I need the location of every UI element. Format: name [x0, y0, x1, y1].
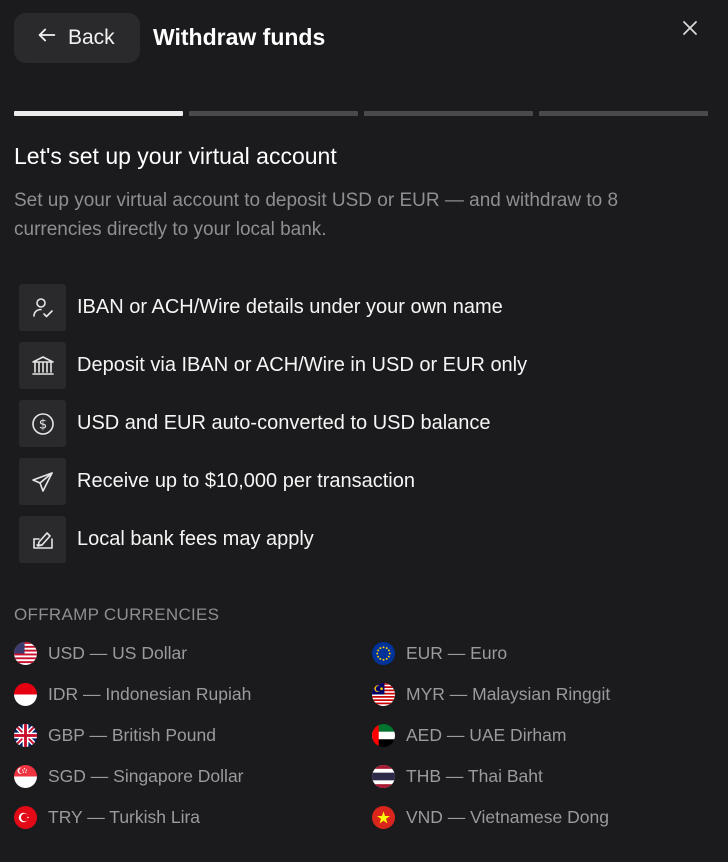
- currency-label: THB — Thai Baht: [406, 766, 543, 786]
- currency-list: USD — US Dollar EUR — Euro IDR — Indones…: [14, 642, 714, 829]
- feature-item: Local bank fees may apply: [19, 516, 709, 563]
- progress-step: [539, 111, 708, 116]
- vn-flag-icon: [372, 806, 395, 829]
- ae-flag-icon: [372, 724, 395, 747]
- eu-flag-icon: [372, 642, 395, 665]
- feature-item: Deposit via IBAN or ACH/Wire in USD or E…: [19, 342, 709, 389]
- currency-label: TRY — Turkish Lira: [48, 807, 201, 827]
- bank-icon: [19, 342, 66, 389]
- feature-label: IBAN or ACH/Wire details under your own …: [77, 296, 503, 318]
- currency-item: AED — UAE Dirham: [372, 724, 712, 747]
- currency-label: SGD — Singapore Dollar: [48, 766, 244, 786]
- currency-label: AED — UAE Dirham: [406, 725, 567, 745]
- feature-label: Receive up to $10,000 per transaction: [77, 470, 415, 492]
- back-label: Back: [68, 26, 115, 49]
- currency-item: MYR — Malaysian Ringgit: [372, 683, 712, 706]
- currency-item: GBP — British Pound: [14, 724, 372, 747]
- th-flag-icon: [372, 765, 395, 788]
- step-progress: [14, 111, 708, 117]
- currency-label: IDR — Indonesian Rupiah: [48, 684, 252, 704]
- progress-step: [189, 111, 358, 116]
- page-title: Withdraw funds: [153, 24, 326, 50]
- id-flag-icon: [14, 683, 37, 706]
- feature-label: Deposit via IBAN or ACH/Wire in USD or E…: [77, 354, 528, 376]
- currency-label: USD — US Dollar: [48, 643, 188, 663]
- my-flag-icon: [372, 683, 395, 706]
- feature-item: $ USD and EUR auto-converted to USD bala…: [19, 400, 709, 447]
- currency-item: TRY — Turkish Lira: [14, 806, 372, 829]
- currency-label: MYR — Malaysian Ringgit: [406, 684, 611, 704]
- feature-item: IBAN or ACH/Wire details under your own …: [19, 284, 709, 331]
- close-icon: [681, 19, 699, 42]
- arrow-left-icon: [36, 24, 58, 52]
- feature-label: USD and EUR auto-converted to USD balanc…: [77, 412, 491, 434]
- feature-label: Local bank fees may apply: [77, 528, 314, 550]
- currency-item: THB — Thai Baht: [372, 765, 712, 788]
- feature-list: IBAN or ACH/Wire details under your own …: [19, 284, 709, 574]
- sg-flag-icon: [14, 765, 37, 788]
- us-flag-icon: [14, 642, 37, 665]
- svg-text:$: $: [38, 417, 46, 432]
- currency-item: EUR — Euro: [372, 642, 712, 665]
- currency-item: SGD — Singapore Dollar: [14, 765, 372, 788]
- offramp-currencies-title: OFFRAMP CURRENCIES: [14, 605, 220, 624]
- tr-flag-icon: [14, 806, 37, 829]
- currency-label: EUR — Euro: [406, 643, 508, 663]
- currency-label: VND — Vietnamese Dong: [406, 807, 609, 827]
- close-button[interactable]: [678, 18, 702, 42]
- feature-item: Receive up to $10,000 per transaction: [19, 458, 709, 505]
- back-button[interactable]: Back: [14, 13, 140, 63]
- send-icon: [19, 458, 66, 505]
- dollar-circle-icon: $: [19, 400, 66, 447]
- gb-flag-icon: [14, 724, 37, 747]
- currency-item: USD — US Dollar: [14, 642, 372, 665]
- fee-icon: [19, 516, 66, 563]
- currency-label: GBP — British Pound: [48, 725, 216, 745]
- progress-step: [14, 111, 183, 116]
- section-heading: Let's set up your virtual account: [14, 143, 337, 169]
- progress-step: [364, 111, 533, 116]
- header: Back Withdraw funds: [0, 0, 728, 80]
- currency-item: VND — Vietnamese Dong: [372, 806, 712, 829]
- section-description: Set up your virtual account to deposit U…: [14, 190, 619, 240]
- user-check-icon: [19, 284, 66, 331]
- currency-item: IDR — Indonesian Rupiah: [14, 683, 372, 706]
